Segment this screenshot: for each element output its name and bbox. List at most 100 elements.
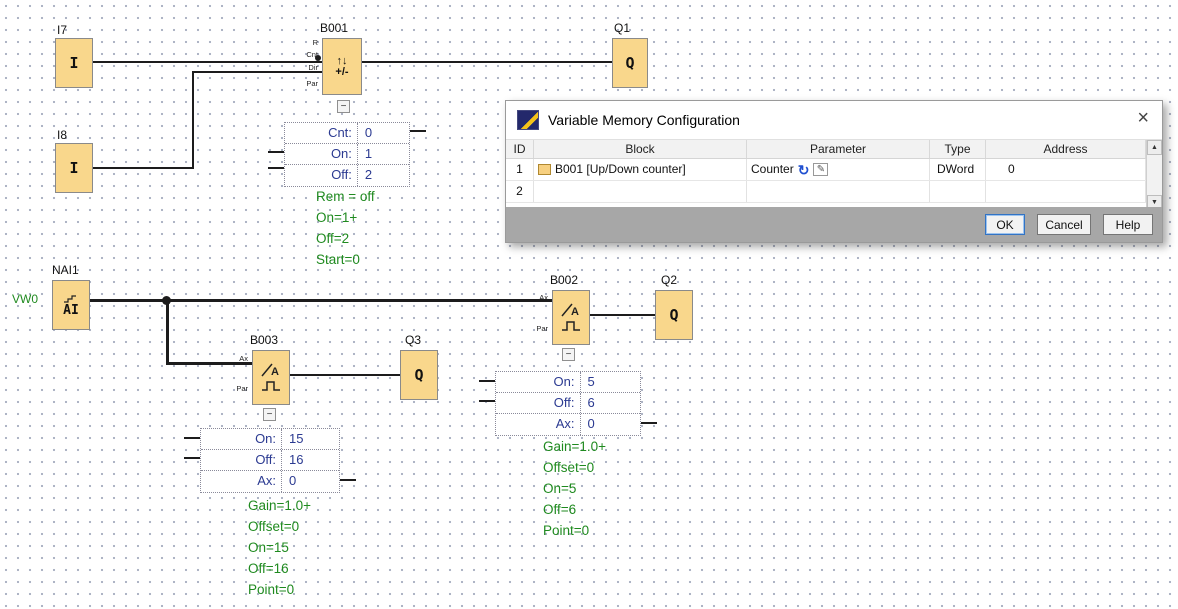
param-leg [184,457,200,459]
note-line: Off=6 [543,499,606,520]
param-leg [641,422,657,424]
wire-ai-b002 [90,299,552,302]
wire-b002-q2 [590,314,655,316]
cell-parameter: Counter ↻ ✎ [747,159,930,180]
cell-parameter [747,181,930,202]
cell-parameter-text: Counter [751,159,794,180]
b002-collapse-minus-icon[interactable]: − [562,348,575,361]
block-q1[interactable]: Q [612,38,648,88]
svg-text:A: A [271,366,279,378]
label-nai1: NAI1 [52,263,79,277]
cell-address[interactable]: 0 [986,159,1146,180]
input-symbol: I [69,54,78,72]
param-leg [340,479,356,481]
param-value: 0 [580,414,640,435]
column-header-type[interactable]: Type [930,140,986,158]
block-b002-analog-trigger[interactable]: A [552,290,590,345]
param-leg [184,437,200,439]
wire-b001-q1 [362,61,612,63]
analog-input-icon [63,293,79,303]
param-row: Ax: 0 [496,414,640,435]
ok-button[interactable]: OK [985,214,1025,235]
note-line: Start=0 [316,249,375,270]
block-i7[interactable]: I [55,38,93,88]
param-row: Cnt: 0 [285,123,409,144]
column-header-id[interactable]: ID [506,140,534,158]
block-icon [538,164,551,175]
table-header-row: ID Block Parameter Type Address [506,140,1162,159]
note-line: Point=0 [543,520,606,541]
param-value: 5 [580,372,640,392]
refresh-icon[interactable]: ↻ [798,163,810,177]
wire-i7-b001 [93,61,322,63]
label-q3: Q3 [405,333,421,347]
param-label: Cnt: [285,123,357,143]
table-row[interactable]: 2 [506,181,1162,203]
param-label: On: [285,144,357,164]
note-line: Off=2 [316,228,375,249]
input-symbol: I [69,159,78,177]
param-value: 2 [357,165,409,186]
cell-type: DWord [930,159,986,180]
param-row: Off: 2 [285,165,409,186]
block-b001-updown-counter[interactable]: ↑↓ +/- [322,38,362,95]
table-row[interactable]: 1 B001 [Up/Down counter] Counter ↻ ✎ DWo… [506,159,1162,181]
param-row: On: 5 [496,372,640,393]
block-nai1-analog-input[interactable]: AI [52,280,90,330]
param-value: 6 [580,393,640,413]
param-leg [479,380,495,382]
column-header-address[interactable]: Address [986,140,1146,158]
label-i8: I8 [57,128,67,142]
block-i8[interactable]: I [55,143,93,193]
analog-trigger-icon: A [559,301,583,335]
cancel-button[interactable]: Cancel [1037,214,1091,235]
dialog-title-bar[interactable]: Variable Memory Configuration × [506,101,1162,139]
column-header-block[interactable]: Block [534,140,747,158]
param-label: On: [201,429,281,449]
b003-collapse-minus-icon[interactable]: − [263,408,276,421]
cell-address [986,181,1146,202]
variable-memory-table: ID Block Parameter Type Address 1 B001 [… [506,139,1162,210]
wire-i8-seg2 [192,71,194,169]
param-row: Ax: 0 [201,471,339,492]
b001-collapse-minus-icon[interactable]: − [337,100,350,113]
param-row: Off: 6 [496,393,640,414]
column-header-parameter[interactable]: Parameter [747,140,930,158]
cell-id: 1 [506,159,534,180]
block-q2[interactable]: Q [655,290,693,340]
param-value: 1 [357,144,409,164]
note-line: Off=16 [248,558,311,579]
b003-notes: Gain=1.0+ Offset=0 On=15 Off=16 Point=0 [248,495,311,600]
note-line: Offset=0 [543,457,606,478]
b003-pin-par: Par [224,384,248,393]
edit-icon[interactable]: ✎ [813,163,828,176]
b002-pin-ax: Ax [524,293,548,302]
label-b002: B002 [550,273,578,287]
param-leg [268,151,284,153]
wire-i8-seg1 [93,167,192,169]
note-line: Gain=1.0+ [248,495,311,516]
logosoft-icon [517,110,539,130]
b002-pin-par: Par [524,324,548,333]
analog-input-label: AI [63,303,79,318]
close-icon[interactable]: × [1137,108,1149,128]
table-scrollbar[interactable]: ▲ ▼ [1146,140,1162,210]
param-value: 0 [281,471,339,492]
label-i7: I7 [57,23,67,37]
help-button[interactable]: Help [1103,214,1153,235]
b001-notes: Rem = off On=1+ Off=2 Start=0 [316,186,375,270]
dialog-title: Variable Memory Configuration [548,112,740,128]
block-q3[interactable]: Q [400,350,438,400]
wire-branch-v [166,299,169,364]
wire-junction-dot [162,296,171,305]
block-b003-analog-trigger[interactable]: A [252,350,290,405]
cell-block-text: B001 [Up/Down counter] [555,159,686,180]
param-label: Off: [201,450,281,470]
scroll-up-icon[interactable]: ▲ [1147,140,1162,155]
b001-pin-r: R [294,38,318,47]
cell-block [534,181,747,202]
param-table-b003: On: 15 Off: 16 Ax: 0 [200,428,340,493]
cell-block: B001 [Up/Down counter] [534,159,747,180]
b001-pin-par: Par [294,79,318,88]
cell-id: 2 [506,181,534,202]
